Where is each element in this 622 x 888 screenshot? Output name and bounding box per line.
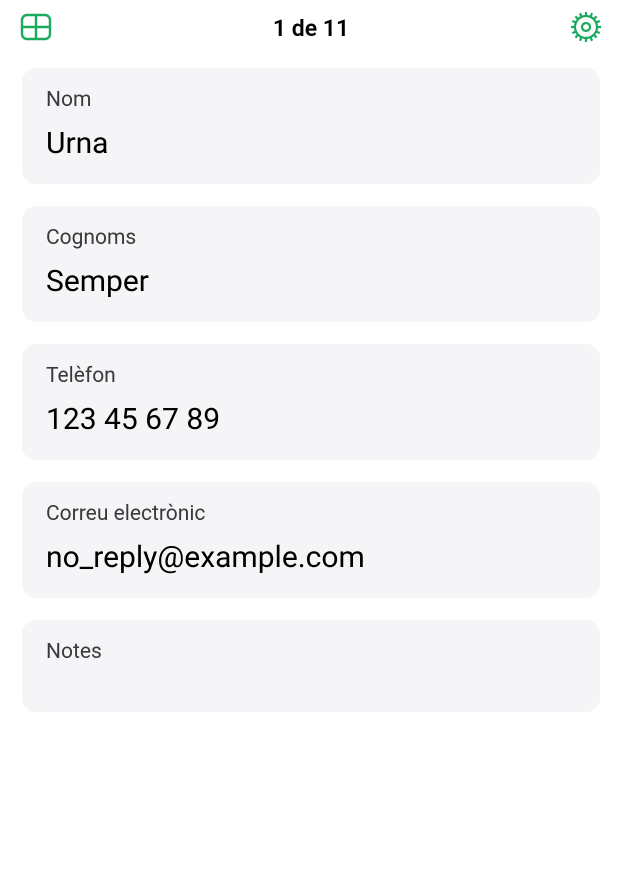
page-position-title: 1 de 11: [54, 15, 568, 42]
name-card[interactable]: Nom: [22, 68, 600, 184]
form-content: Nom Cognoms Telèfon Correu electrònic No…: [0, 56, 622, 712]
phone-label: Telèfon: [46, 364, 576, 388]
surname-card[interactable]: Cognoms: [22, 206, 600, 322]
surname-label: Cognoms: [46, 226, 576, 250]
grid-view-button[interactable]: [18, 10, 54, 46]
phone-field[interactable]: [46, 402, 576, 438]
email-card[interactable]: Correu electrònic: [22, 482, 600, 598]
name-label: Nom: [46, 88, 576, 112]
phone-card[interactable]: Telèfon: [22, 344, 600, 460]
grid-icon: [20, 13, 52, 44]
name-field[interactable]: [46, 126, 576, 162]
notes-label: Notes: [46, 640, 576, 664]
surname-field[interactable]: [46, 264, 576, 300]
email-field[interactable]: [46, 540, 576, 576]
gear-icon: [570, 11, 602, 46]
settings-button[interactable]: [568, 10, 604, 46]
notes-card[interactable]: Notes: [22, 620, 600, 712]
email-label: Correu electrònic: [46, 502, 576, 526]
header-bar: 1 de 11: [0, 0, 622, 56]
